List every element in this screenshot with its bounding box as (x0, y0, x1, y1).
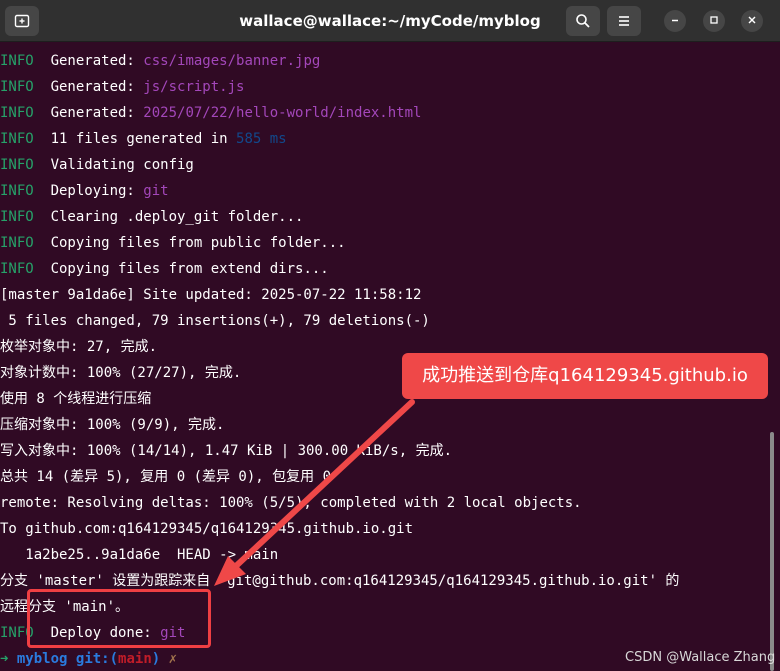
log-level: INFO (0, 79, 34, 95)
terminal-line: 5 files changed, 79 insertions(+), 79 de… (0, 313, 430, 329)
terminal-line: remote: Resolving deltas: 100% (5/5), co… (0, 495, 582, 511)
minimize-button[interactable] (664, 10, 686, 32)
close-button[interactable] (741, 10, 763, 32)
annotation-callout: 成功推送到仓库q164129345.github.io (402, 353, 768, 399)
log-level: INFO (0, 53, 34, 69)
log-level: INFO (0, 157, 34, 173)
terminal-line: INFO Copying files from extend dirs... (0, 256, 770, 282)
log-level: INFO (0, 105, 34, 121)
hamburger-menu-icon (616, 13, 632, 29)
terminal-window: wallace@wallace:~/myCode/myblog INFO Gen… (0, 0, 780, 671)
titlebar: wallace@wallace:~/myCode/myblog (0, 0, 780, 42)
prompt-directory: myblog (16, 651, 68, 667)
log-text: Copying files from extend dirs... (33, 261, 329, 277)
scrollbar[interactable] (770, 432, 774, 671)
prompt-arrow-icon: ➜ (0, 651, 9, 667)
log-highlight: git (143, 183, 169, 199)
log-text: Generated: (33, 79, 144, 95)
log-level: INFO (0, 235, 34, 251)
new-tab-button[interactable] (5, 6, 39, 36)
close-icon (747, 12, 757, 30)
terminal-line: 压缩对象中: 100% (9/9), 完成. (0, 417, 225, 433)
terminal-line: INFO Deploying: git (0, 178, 770, 204)
terminal-line: 写入对象中: 100% (14/14), 1.47 KiB | 300.00 K… (0, 443, 453, 459)
log-text: Deploying: (33, 183, 144, 199)
terminal-line: INFO Copying files from public folder... (0, 230, 770, 256)
log-text: Generated: (33, 105, 144, 121)
log-level: INFO (0, 209, 34, 225)
search-button[interactable] (566, 6, 600, 36)
new-tab-icon (14, 13, 30, 29)
minimize-icon (670, 12, 680, 30)
prompt-git-label: git:( (75, 651, 119, 667)
log-highlight: css/images/banner.jpg (143, 53, 321, 69)
maximize-button[interactable] (703, 10, 725, 32)
log-text: Generated: (33, 53, 144, 69)
search-icon (575, 13, 591, 29)
terminal-line: INFO Generated: js/script.js (0, 74, 770, 100)
terminal-line: INFO Generated: css/images/banner.jpg (0, 48, 770, 74)
menu-button[interactable] (607, 6, 641, 36)
log-level: INFO (0, 183, 34, 199)
maximize-icon (709, 12, 719, 30)
terminal-line: INFO Validating config (0, 152, 770, 178)
log-highlight: 2025/07/22/hello-world/index.html (143, 105, 422, 121)
prompt-branch: main (118, 651, 152, 667)
log-text: 11 files generated in (33, 131, 237, 147)
watermark: CSDN @Wallace Zhang (625, 650, 776, 665)
log-text: Copying files from public folder... (33, 235, 346, 251)
terminal-line: 总共 14 (差异 5), 复用 0 (差异 0), 包复用 0 (0, 469, 332, 485)
log-highlight: 585 ms (236, 131, 287, 147)
terminal-line: INFO 11 files generated in 585 ms (0, 126, 770, 152)
terminal-line: To github.com:q164129345/q164129345.gith… (0, 521, 414, 537)
terminal-line: INFO Generated: 2025/07/22/hello-world/i… (0, 100, 770, 126)
window-title: wallace@wallace:~/myCode/myblog (239, 12, 541, 30)
terminal-line: 1a2be25..9a1da6e HEAD -> main (0, 547, 279, 563)
prompt-git-close: ) (151, 651, 161, 667)
terminal-line: [master 9a1da6e] Site updated: 2025-07-2… (0, 287, 422, 303)
terminal-line: INFO Clearing .deploy_git folder... (0, 204, 770, 230)
highlight-box (27, 589, 211, 648)
log-level: INFO (0, 261, 34, 277)
log-level: INFO (0, 131, 34, 147)
log-text: Clearing .deploy_git folder... (33, 209, 304, 225)
dirty-status-icon: ✗ (168, 651, 178, 667)
log-text: Validating config (33, 157, 194, 173)
log-highlight: js/script.js (143, 79, 245, 95)
